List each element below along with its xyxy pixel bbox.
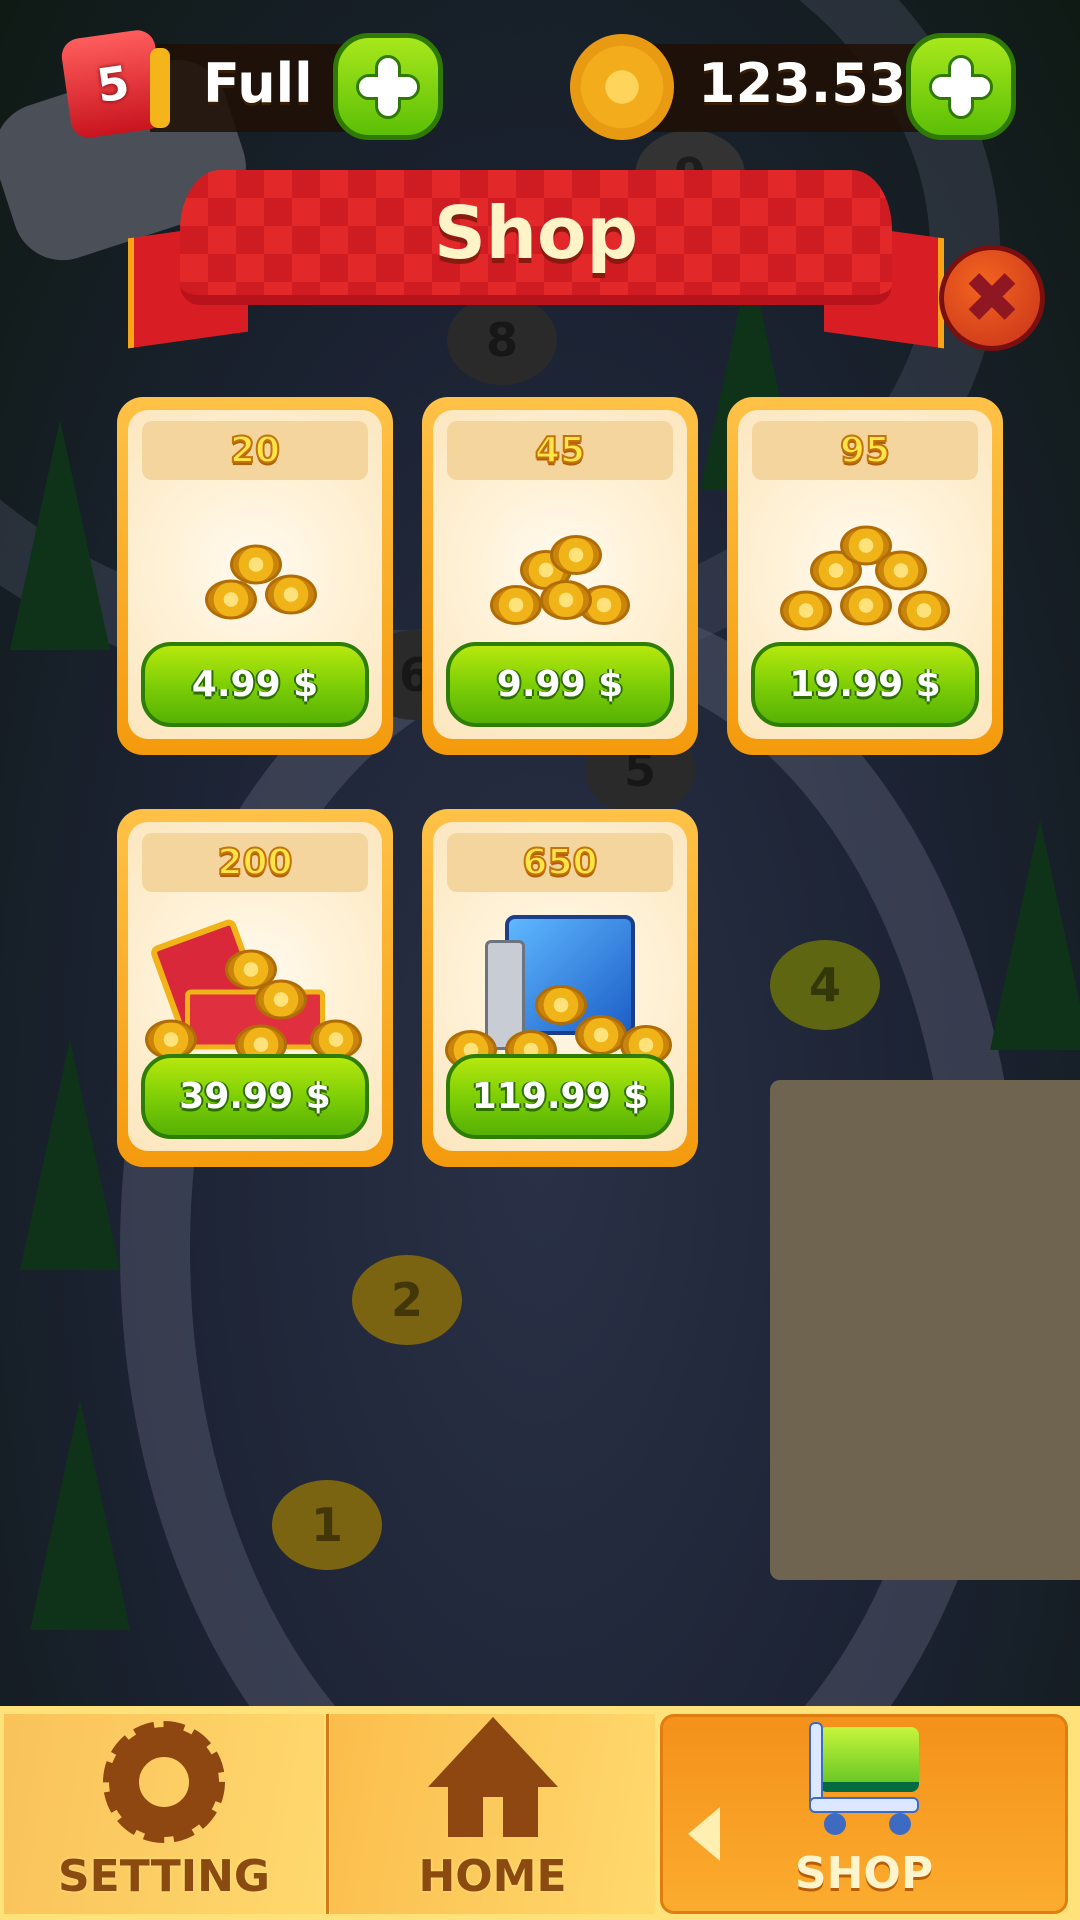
coin-pack-card: 200 39.99 $: [117, 809, 393, 1167]
nav-home[interactable]: HOME: [330, 1714, 655, 1914]
coin-pack-card: 95 19.99 $: [727, 397, 1003, 755]
nav-divider: [326, 1714, 329, 1914]
coin-pile-large-icon: [780, 525, 950, 635]
buy-button[interactable]: 39.99 $: [141, 1054, 369, 1139]
level-node[interactable]: 1: [272, 1480, 382, 1570]
close-button[interactable]: ✖: [939, 245, 1045, 351]
buy-button[interactable]: 19.99 $: [751, 642, 979, 727]
nav-setting[interactable]: SETTING: [4, 1714, 324, 1914]
gear-icon: [103, 1721, 225, 1843]
buy-button[interactable]: 119.99 $: [446, 1054, 674, 1139]
pack-amount: 95: [752, 421, 978, 480]
cart-icon: [799, 1717, 929, 1835]
coin-pack-card: 45 9.99 $: [422, 397, 698, 755]
fuel-count: 5: [93, 55, 133, 113]
buy-button[interactable]: 4.99 $: [141, 642, 369, 727]
home-icon: [427, 1717, 558, 1837]
close-icon: ✖: [962, 257, 1022, 339]
coin-icon: [570, 34, 674, 140]
pack-amount: 45: [447, 421, 673, 480]
pack-amount: 20: [142, 421, 368, 480]
bottom-nav: SETTING HOME SHOP: [0, 1706, 1080, 1920]
add-coins-button[interactable]: [906, 33, 1016, 140]
coin-pack-card: 650 119.99 $: [422, 809, 698, 1167]
buy-button[interactable]: 9.99 $: [446, 642, 674, 727]
coin-pack-card: 20 4.99 $: [117, 397, 393, 755]
chevron-left-icon: [688, 1807, 720, 1861]
safe-vault-icon: [445, 914, 675, 1075]
pack-amount: 650: [447, 833, 673, 892]
shop-title: Shop: [433, 190, 639, 275]
level-node[interactable]: 4: [770, 940, 880, 1030]
fuel-status: Full: [203, 52, 313, 115]
level-node[interactable]: 2: [352, 1255, 462, 1345]
coin-pile-small-icon: [195, 534, 317, 624]
shop-banner: Shop: [122, 160, 950, 349]
fuel-nozzle-icon: [150, 48, 170, 128]
nav-shop[interactable]: SHOP: [660, 1714, 1068, 1914]
add-fuel-button[interactable]: [333, 33, 443, 140]
coin-pile-medium-icon: [490, 530, 630, 630]
pack-amount: 200: [142, 833, 368, 892]
arch-building: [770, 1080, 1080, 1580]
treasure-chest-icon: [145, 916, 365, 1069]
